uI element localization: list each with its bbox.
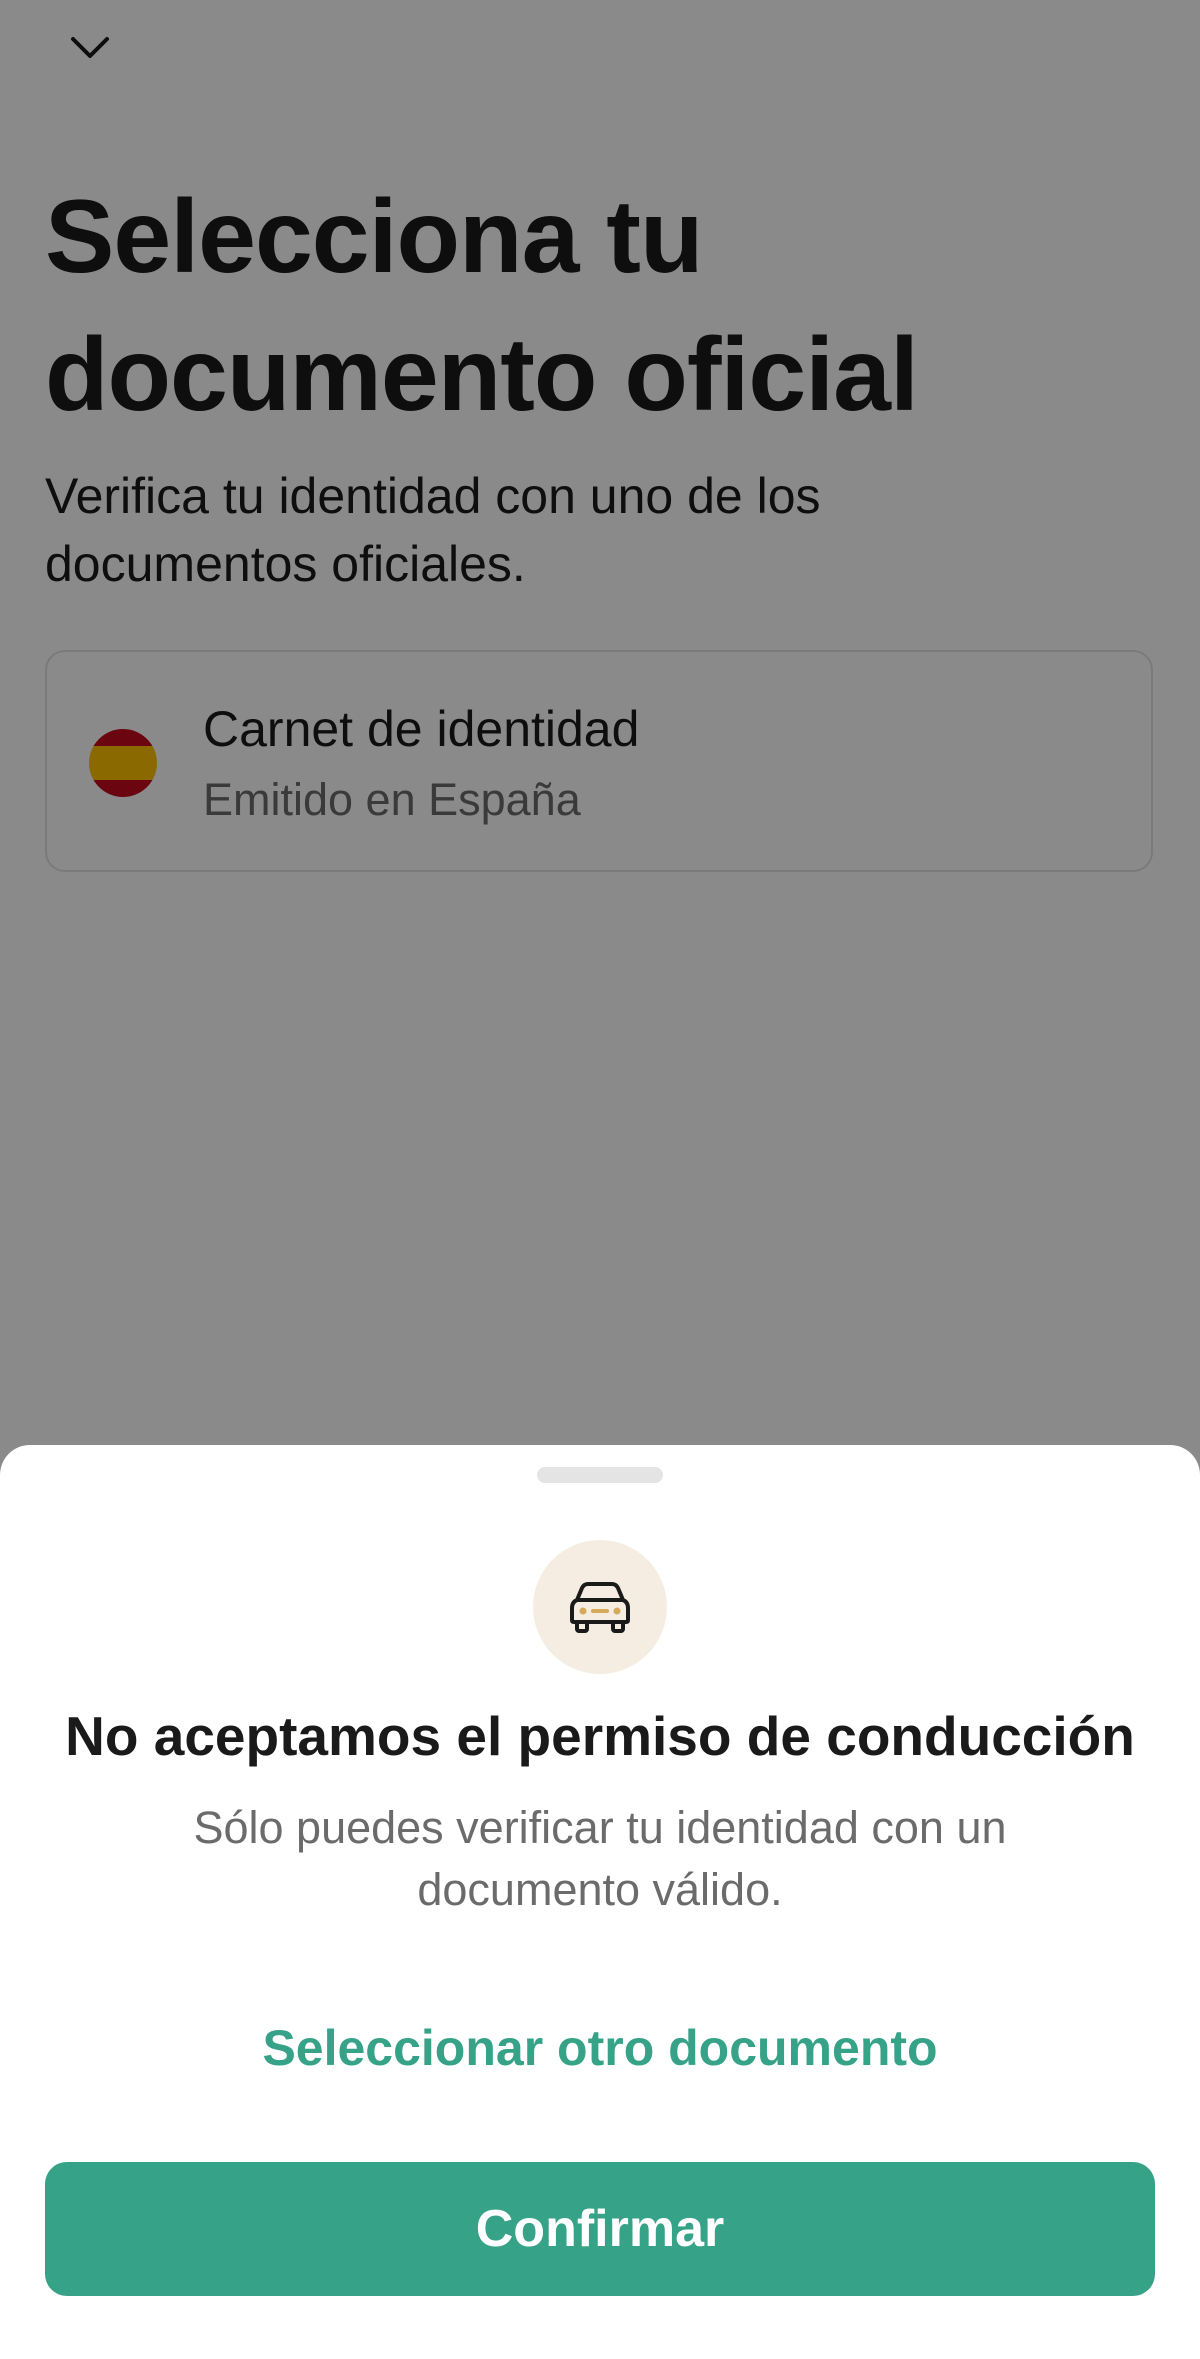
confirm-button[interactable]: Confirmar bbox=[45, 2162, 1155, 2296]
bottom-sheet: No aceptamos el permiso de conducción Só… bbox=[0, 1445, 1200, 2359]
car-icon bbox=[570, 1582, 630, 1633]
sheet-title: No aceptamos el permiso de conducción bbox=[65, 1705, 1135, 1767]
sheet-drag-handle[interactable] bbox=[537, 1467, 663, 1483]
sheet-description: Sólo puedes verificar tu identidad con u… bbox=[193, 1802, 1007, 1915]
car-icon-badge bbox=[533, 1540, 667, 1674]
select-other-document-button[interactable]: Seleccionar otro documento bbox=[200, 2013, 1000, 2083]
